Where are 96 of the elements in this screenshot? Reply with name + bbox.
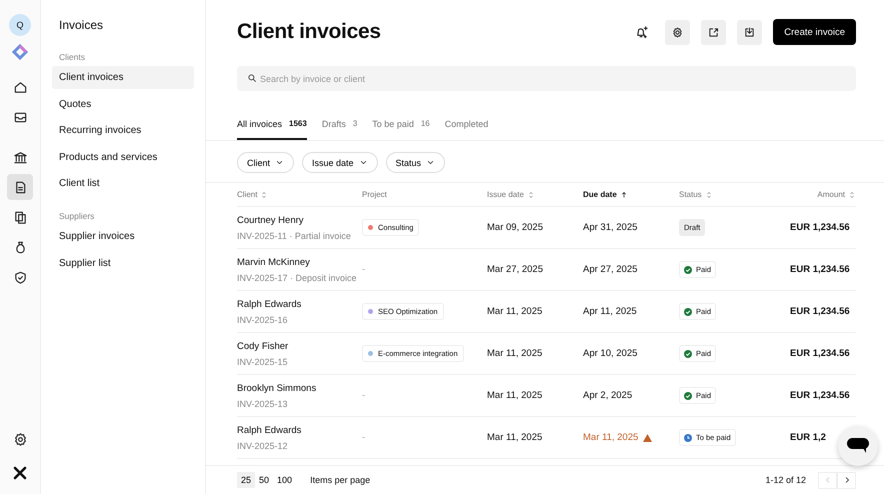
documents-icon: [12, 210, 28, 224]
bank-icon: [12, 150, 28, 164]
sidebar-title: Invoices: [59, 18, 104, 32]
check-circle-icon: [684, 266, 692, 274]
issue-date: Mar 27, 2025: [487, 249, 583, 291]
export-icon: [707, 26, 720, 38]
issue-date: Mar 09, 2025: [487, 207, 583, 249]
section-heading: Suppliers: [59, 211, 96, 221]
export-button[interactable]: [701, 20, 726, 44]
check-circle-icon: [684, 308, 692, 316]
column-header[interactable]: Issue date: [487, 190, 524, 199]
bell-sparkle-icon: [634, 24, 650, 40]
warning-icon: [643, 434, 652, 442]
search-field[interactable]: Search by invoice or client: [237, 66, 856, 91]
column-header[interactable]: Project: [362, 190, 387, 199]
empty-project: -: [362, 264, 366, 275]
page-size-option[interactable]: 100: [273, 472, 296, 488]
section-heading: Clients: [59, 52, 86, 62]
tab[interactable]: All invoices 1563: [237, 113, 307, 140]
page-size-option[interactable]: 50: [255, 472, 274, 488]
page-range: 1-12 of 12: [765, 475, 806, 485]
home-icon: [12, 80, 28, 94]
empty-project: -: [362, 432, 366, 443]
clock-icon: [684, 434, 692, 442]
settings-icon: [671, 26, 684, 38]
amount: EUR 1,234.56: [790, 348, 851, 359]
tab[interactable]: Completed: [444, 113, 488, 140]
client-name: Cody Fisher: [237, 340, 288, 352]
due-date: Apr 27, 2025: [583, 264, 638, 275]
chat-bubble-icon: [847, 438, 869, 454]
next-page-button[interactable]: [837, 472, 856, 488]
check-circle-icon: [684, 392, 692, 400]
chevron-down-icon: [426, 158, 436, 167]
amount: EUR 1,234.56: [790, 306, 851, 317]
chevron-left-icon: [824, 476, 832, 484]
logo-icon[interactable]: [12, 44, 28, 60]
amount: EUR 1,2: [790, 432, 827, 443]
client-name: Ralph Edwards: [237, 424, 302, 436]
create-invoice-button[interactable]: Create invoice: [773, 19, 856, 45]
amount: EUR 1,234.56: [790, 390, 851, 401]
page-size-option[interactable]: 25: [237, 472, 256, 488]
search-icon: [247, 73, 257, 83]
settings-button[interactable]: [665, 20, 690, 44]
check-circle-icon: [684, 350, 692, 358]
sidebar-item[interactable]: Client list: [52, 172, 194, 195]
client-name: Courtney Henry: [237, 214, 304, 226]
invoice-number: INV-2025-12: [237, 440, 288, 450]
due-date: Apr 11, 2025: [583, 306, 637, 317]
invoice-number: INV-2025-16: [237, 314, 288, 324]
invoice-number: INV-2025-17 · Deposit invoice: [237, 272, 357, 282]
due-date: Apr 10, 2025: [583, 348, 638, 359]
due-date: Mar 11, 2025: [583, 432, 638, 443]
tab[interactable]: To be paid 16: [372, 113, 430, 140]
due-date: Apr 2, 2025: [583, 390, 632, 401]
import-button[interactable]: [737, 20, 762, 44]
shield-icon: [12, 270, 28, 284]
invoice-number: INV-2025-13: [237, 398, 288, 408]
issue-date: Mar 11, 2025: [487, 375, 583, 417]
client-name: Marvin McKinney: [237, 256, 310, 268]
client-name: Brooklyn Simmons: [237, 382, 316, 394]
amount: EUR 1,234.56: [790, 264, 851, 275]
column-header[interactable]: Status: [679, 190, 702, 199]
amount: EUR 1,234.56: [790, 222, 851, 233]
invoice-number: INV-2025-11 · Partial invoice: [237, 230, 351, 240]
issue-date: Mar 11, 2025: [487, 291, 583, 333]
chevron-down-icon: [275, 158, 284, 167]
filter-dropdown[interactable]: Issue date: [302, 152, 378, 173]
sidebar-item[interactable]: Client invoices: [52, 66, 194, 89]
sidebar-item[interactable]: Quotes: [52, 92, 194, 116]
sidebar-item[interactable]: Supplier list: [52, 252, 194, 274]
nav-button[interactable]: [7, 174, 33, 200]
column-header[interactable]: Amount: [817, 190, 845, 199]
client-name: Ralph Edwards: [237, 298, 302, 310]
sidebar-item[interactable]: Products and services: [52, 146, 194, 168]
issue-date: Mar 11, 2025: [487, 333, 583, 375]
avatar[interactable]: Q: [9, 14, 31, 36]
filter-dropdown[interactable]: Status: [386, 152, 446, 173]
chevron-down-icon: [358, 158, 368, 167]
invoice-number: INV-2025-15: [237, 356, 288, 366]
due-date: Apr 31, 2025: [583, 222, 638, 233]
column-header[interactable]: Due date: [583, 190, 617, 199]
chevron-right-icon: [842, 476, 850, 484]
column-header[interactable]: Client: [237, 190, 258, 199]
import-icon: [743, 26, 756, 38]
empty-project: -: [362, 390, 366, 401]
issue-date: Mar 11, 2025: [487, 417, 583, 459]
inbox-icon: [12, 110, 28, 124]
brand-logo-icon: [13, 466, 27, 480]
chat-button[interactable]: [838, 426, 878, 466]
page-title: Client invoices: [237, 20, 382, 44]
sidebar-item[interactable]: Recurring invoices: [52, 119, 194, 142]
items-per-page-label: Items per page: [310, 475, 372, 485]
tab[interactable]: Drafts 3: [322, 113, 358, 140]
settings-icon: [12, 432, 28, 446]
sidebar-item[interactable]: Supplier invoices: [52, 225, 194, 248]
filter-dropdown[interactable]: Client: [237, 152, 294, 173]
